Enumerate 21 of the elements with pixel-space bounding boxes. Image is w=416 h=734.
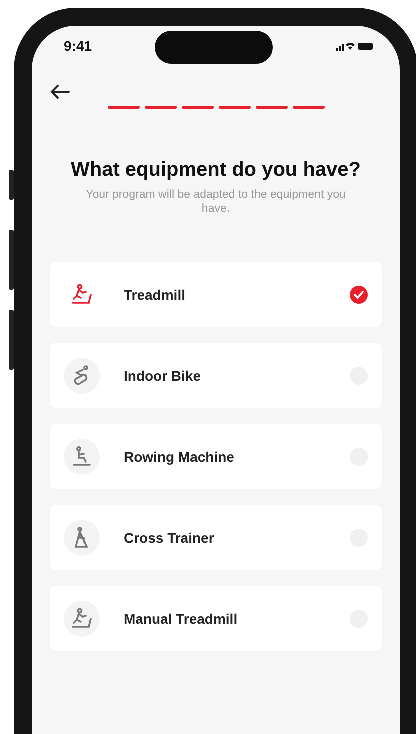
- equipment-icon: [64, 520, 100, 556]
- equipment-label: Indoor Bike: [124, 368, 202, 384]
- equipment-icon: [64, 358, 100, 394]
- checkmark-icon: [354, 290, 364, 298]
- equipment-option[interactable]: Cross Trainer: [50, 505, 382, 570]
- question-subtitle: Your program will be adapted to the equipment you have.: [86, 188, 346, 216]
- equipment-option[interactable]: Indoor Bike: [50, 343, 382, 408]
- equipment-icon: [64, 438, 100, 474]
- equipment-option[interactable]: Rowing Machine: [50, 424, 382, 489]
- back-arrow-icon[interactable]: [50, 84, 70, 100]
- radio-button[interactable]: [350, 286, 368, 304]
- equipment-option[interactable]: Manual Treadmill: [50, 586, 382, 651]
- equipment-label: Manual Treadmill: [124, 610, 239, 626]
- equipment-label: Treadmill: [124, 286, 186, 302]
- status-icons: [336, 40, 374, 52]
- equipment-label: Cross Trainer: [124, 530, 216, 546]
- equipment-icon: [64, 600, 100, 636]
- question-title: What equipment do you have?: [70, 159, 362, 182]
- equipment-label: Rowing Machine: [124, 448, 236, 464]
- equipment-option[interactable]: Treadmill: [50, 262, 382, 327]
- status-time: 9:41: [64, 38, 92, 54]
